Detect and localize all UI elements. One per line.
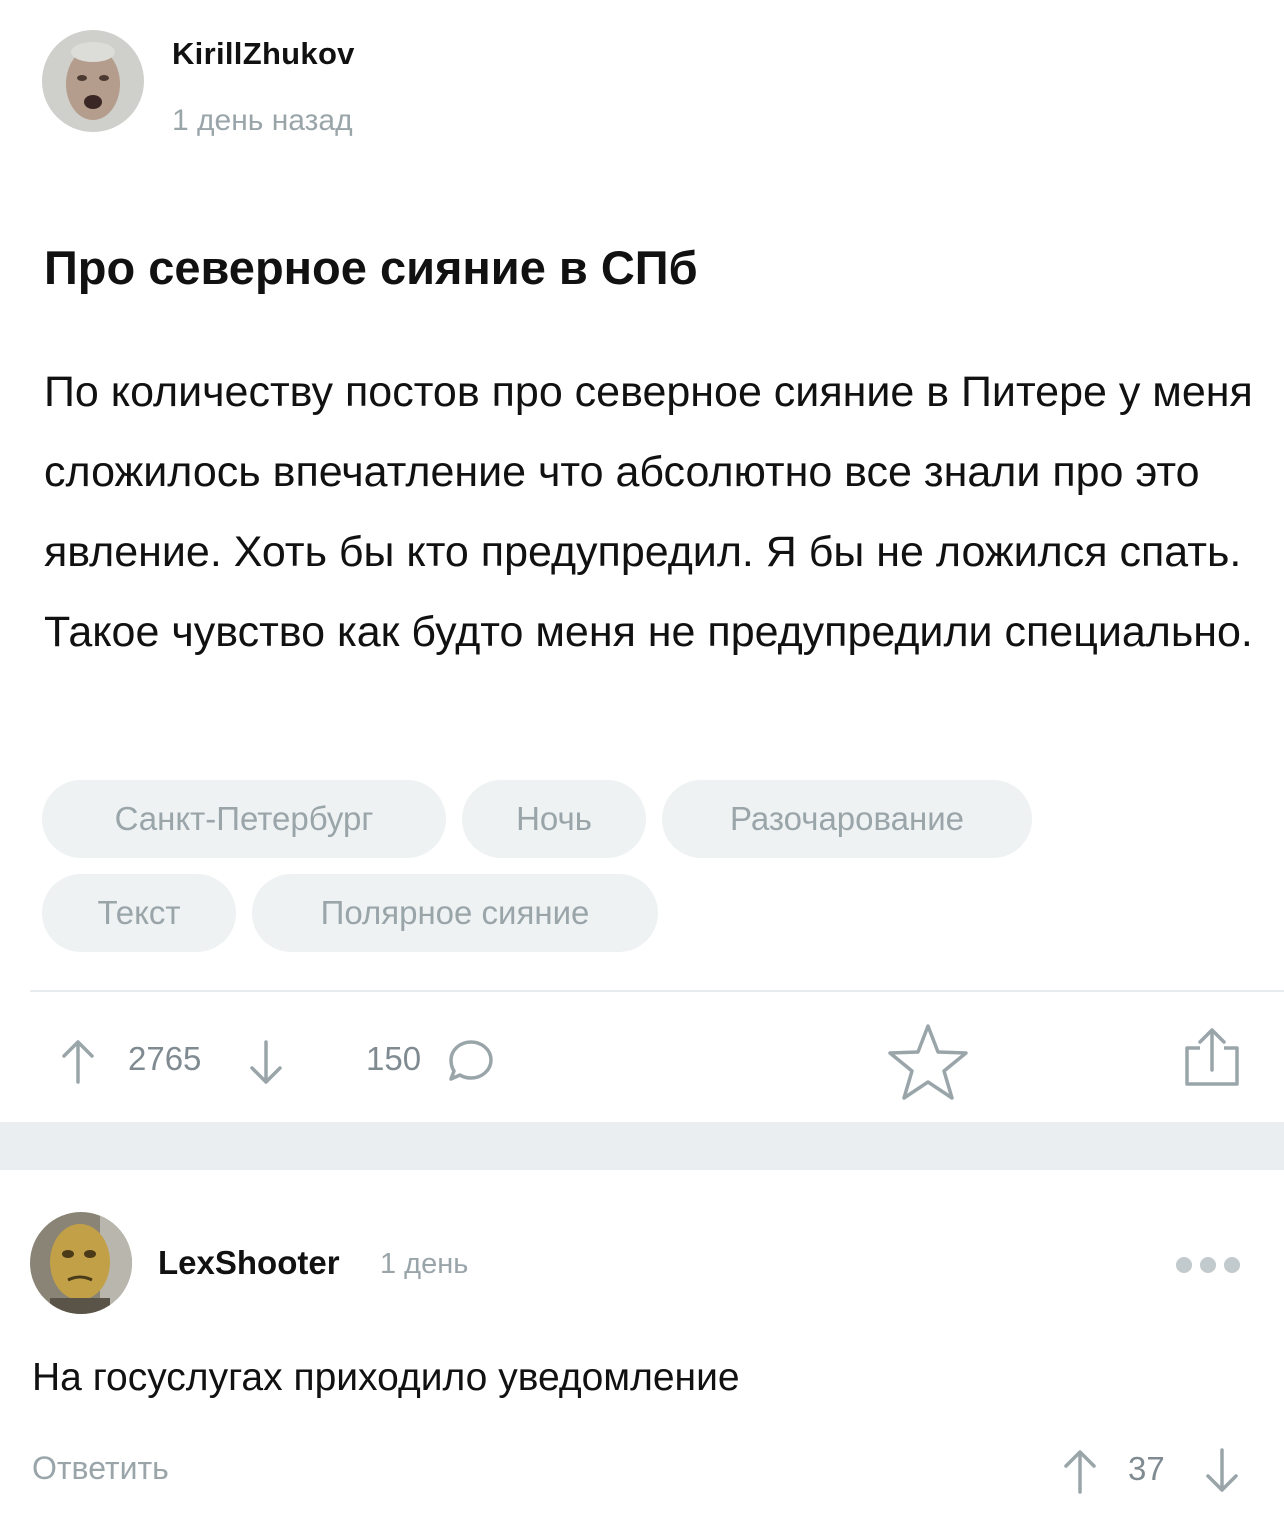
reply-button[interactable]: Ответить: [32, 1450, 169, 1487]
comments-count[interactable]: 150: [366, 1040, 421, 1078]
comment-timestamp: 1 день: [380, 1248, 469, 1280]
arrow-up-icon[interactable]: [1060, 1446, 1100, 1501]
post-title[interactable]: Про северное сияние в СПб: [44, 240, 698, 295]
post-body: По количеству постов про северное сияние…: [44, 368, 1253, 656]
tag-disappointment[interactable]: Разочарование: [662, 780, 1032, 858]
speech-bubble-icon[interactable]: [446, 1036, 496, 1091]
commenter-avatar[interactable]: [30, 1212, 132, 1314]
arrow-down-icon[interactable]: [1202, 1446, 1242, 1501]
tag-night[interactable]: Ночь: [462, 780, 646, 858]
tag-saint-petersburg[interactable]: Санкт-Петербург: [42, 780, 446, 858]
section-separator: [0, 1122, 1284, 1170]
actions-divider: [30, 990, 1284, 992]
author-avatar[interactable]: [42, 30, 144, 132]
tag-aurora[interactable]: Полярное сияние: [252, 874, 658, 952]
comment-rating: 37: [1128, 1450, 1165, 1487]
more-dots-icon[interactable]: [1174, 1254, 1242, 1281]
comment-text: На госуслугах приходило уведомление: [32, 1356, 740, 1399]
post-author-name[interactable]: KirillZhukov: [172, 36, 355, 72]
star-icon[interactable]: [886, 1022, 970, 1107]
post-timestamp: 1 день назад: [172, 104, 353, 137]
arrow-down-icon[interactable]: [246, 1038, 286, 1093]
tag-text[interactable]: Текст: [42, 874, 236, 952]
comment-author-name[interactable]: LexShooter: [158, 1244, 340, 1282]
share-icon[interactable]: [1182, 1026, 1242, 1093]
arrow-up-icon[interactable]: [58, 1036, 98, 1091]
post-rating: 2765: [128, 1040, 202, 1077]
